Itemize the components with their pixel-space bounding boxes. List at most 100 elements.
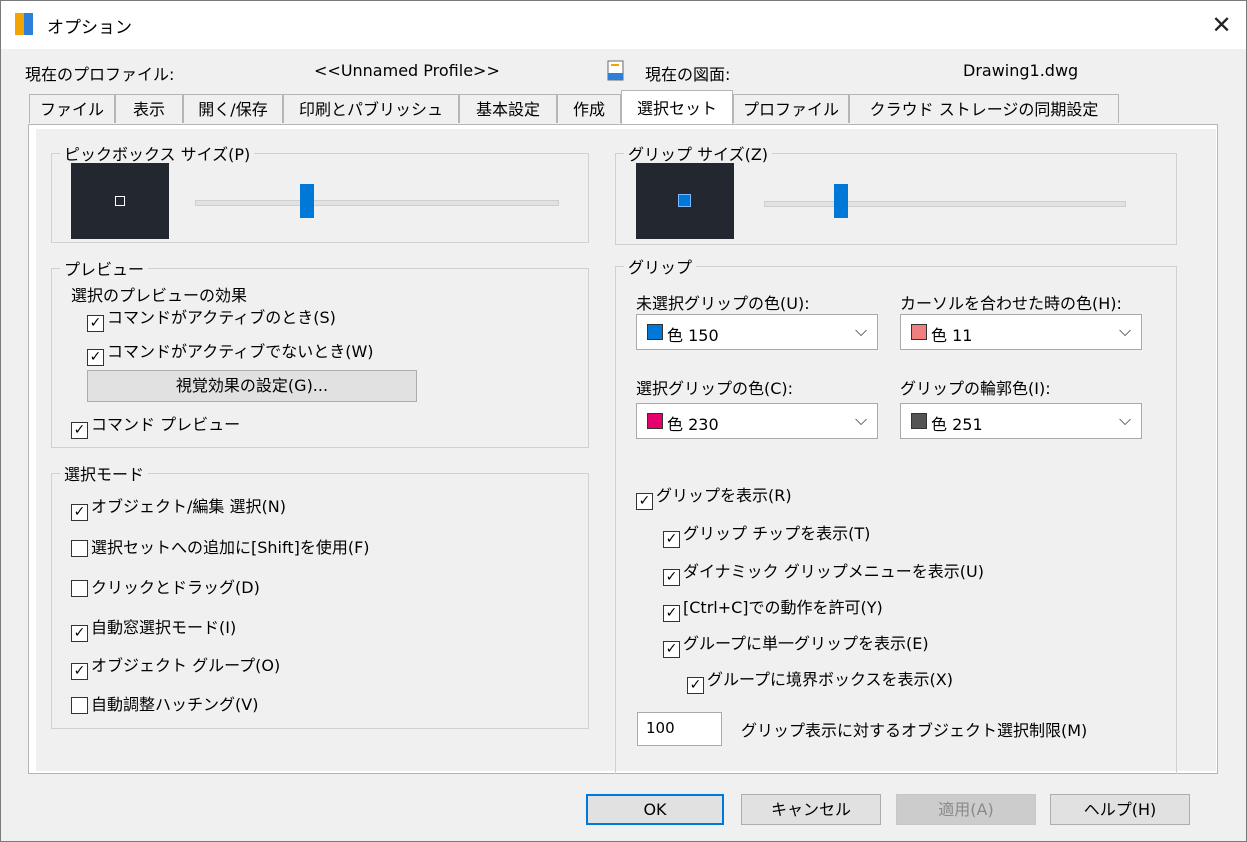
chevron-down-icon: ⌵ bbox=[855, 410, 868, 429]
pickbox-slider-track[interactable] bbox=[195, 200, 559, 206]
grip-outline-color-value: 色 251 bbox=[931, 415, 983, 434]
selected-grip-color-label: 選択グリップの色(C): bbox=[636, 379, 794, 398]
cb-command-inactive-label: コマンドがアクティブでないとき(W) bbox=[107, 342, 374, 361]
options-dialog: オプション ✕ 現在のプロファイル: <<Unnamed Profile>> 現… bbox=[0, 0, 1247, 842]
cb-command-preview[interactable]: ✓ コマンド プレビュー bbox=[71, 414, 240, 439]
cb-implied-window-label: 自動窓選択モード(I) bbox=[91, 618, 237, 637]
cb-group-bounding-box-label: グループに境界ボックスを表示(X) bbox=[707, 670, 954, 689]
cb-implied-window[interactable]: ✓ 自動窓選択モード(I) bbox=[71, 617, 236, 642]
checkbox-box: ✓ bbox=[687, 677, 704, 694]
pickbox-size-legend: ピックボックス サイズ(P) bbox=[64, 145, 251, 164]
grips-legend: グリップ bbox=[628, 258, 693, 277]
app-icon bbox=[15, 13, 33, 35]
tab-display[interactable]: 表示 bbox=[115, 94, 183, 123]
current-profile-label: 現在のプロファイル: bbox=[25, 65, 175, 84]
selected-grip-color-value: 色 230 bbox=[667, 415, 719, 434]
hover-grip-color-value: 色 11 bbox=[931, 326, 973, 345]
ok-button[interactable]: OK bbox=[586, 794, 724, 825]
checkbox-box bbox=[71, 580, 88, 597]
current-profile-value: <<Unnamed Profile>> bbox=[314, 61, 500, 80]
pickbox-preview bbox=[71, 163, 169, 239]
cb-show-grips[interactable]: ✓ グリップを表示(R) bbox=[636, 485, 792, 510]
unselected-grip-color-value: 色 150 bbox=[667, 326, 719, 345]
cb-grip-tips[interactable]: ✓ グリップ チップを表示(T) bbox=[663, 523, 870, 548]
cb-object-grouping-label: オブジェクト グループ(O) bbox=[91, 656, 281, 675]
unselected-grip-color-select[interactable]: 色 150 ⌵ bbox=[636, 314, 878, 350]
tab-cloud-sync[interactable]: クラウド ストレージの同期設定 bbox=[849, 94, 1119, 123]
current-drawing-value: Drawing1.dwg bbox=[963, 61, 1079, 80]
tab-plot-publish[interactable]: 印刷とパブリッシュ bbox=[283, 94, 459, 123]
selected-grip-color-select[interactable]: 色 230 ⌵ bbox=[636, 403, 878, 439]
checkbox-box: ✓ bbox=[663, 605, 680, 622]
checkbox-box: ✓ bbox=[87, 315, 104, 332]
hover-grip-color-label: カーソルを合わせた時の色(H): bbox=[900, 294, 1122, 313]
pickbox-slider-thumb[interactable] bbox=[300, 184, 314, 218]
cb-shift-add[interactable]: 選択セットへの追加に[Shift]を使用(F) bbox=[71, 537, 370, 559]
cb-group-single-grip[interactable]: ✓ グループに単一グリップを表示(E) bbox=[663, 633, 929, 658]
checkbox-box: ✓ bbox=[71, 625, 88, 642]
cb-grip-tips-label: グリップ チップを表示(T) bbox=[683, 524, 871, 543]
cb-ctrl-cycling[interactable]: ✓ [Ctrl+C]での動作を許可(Y) bbox=[663, 597, 883, 622]
cb-noun-verb-label: オブジェクト/編集 選択(N) bbox=[91, 497, 286, 516]
cb-associative-hatch[interactable]: 自動調整ハッチング(V) bbox=[71, 694, 258, 716]
cb-click-drag-label: クリックとドラッグ(D) bbox=[91, 578, 260, 597]
color-chip bbox=[911, 413, 927, 429]
checkbox-box: ✓ bbox=[663, 569, 680, 586]
title-bar: オプション ✕ bbox=[1, 1, 1246, 49]
checkbox-box: ✓ bbox=[71, 504, 88, 521]
tab-open-save[interactable]: 開く/保存 bbox=[183, 94, 283, 123]
checkbox-box: ✓ bbox=[663, 531, 680, 548]
cb-noun-verb[interactable]: ✓ オブジェクト/編集 選択(N) bbox=[71, 496, 286, 521]
tab-drafting[interactable]: 作成 bbox=[557, 94, 621, 123]
grip-slider-track[interactable] bbox=[764, 201, 1126, 207]
checkbox-box: ✓ bbox=[87, 349, 104, 366]
cb-group-bounding-box[interactable]: ✓ グループに境界ボックスを表示(X) bbox=[687, 669, 953, 694]
checkbox-box: ✓ bbox=[71, 422, 88, 439]
tab-system[interactable]: 基本設定 bbox=[459, 94, 557, 123]
cb-dynamic-grip-menu[interactable]: ✓ ダイナミック グリップメニューを表示(U) bbox=[663, 561, 984, 586]
preview-effect-label: 選択のプレビューの効果 bbox=[71, 286, 248, 305]
cb-object-grouping[interactable]: ✓ オブジェクト グループ(O) bbox=[71, 655, 280, 680]
cb-ctrl-cycling-label: [Ctrl+C]での動作を許可(Y) bbox=[683, 598, 883, 617]
grip-size-legend: グリップ サイズ(Z) bbox=[628, 145, 769, 164]
preview-legend: プレビュー bbox=[64, 260, 145, 279]
current-drawing-label: 現在の図面: bbox=[645, 65, 731, 84]
cb-command-inactive[interactable]: ✓ コマンドがアクティブでないとき(W) bbox=[87, 341, 374, 366]
cb-show-grips-label: グリップを表示(R) bbox=[656, 486, 792, 505]
cb-command-active[interactable]: ✓ コマンドがアクティブのとき(S) bbox=[87, 307, 336, 332]
checkbox-box: ✓ bbox=[71, 663, 88, 680]
apply-button[interactable]: 適用(A) bbox=[896, 794, 1036, 825]
checkbox-box: ✓ bbox=[663, 641, 680, 658]
unselected-grip-color-label: 未選択グリップの色(U): bbox=[636, 294, 810, 313]
cb-associative-hatch-label: 自動調整ハッチング(V) bbox=[91, 695, 259, 714]
cb-group-single-grip-label: グループに単一グリップを表示(E) bbox=[683, 634, 929, 653]
color-chip bbox=[647, 413, 663, 429]
tab-profiles[interactable]: プロファイル bbox=[733, 94, 849, 123]
help-button[interactable]: ヘルプ(H) bbox=[1050, 794, 1190, 825]
checkbox-box: ✓ bbox=[636, 493, 653, 510]
grip-object-limit-label: グリップ表示に対するオブジェクト選択制限(M) bbox=[741, 721, 1088, 740]
grip-outline-color-select[interactable]: 色 251 ⌵ bbox=[900, 403, 1142, 439]
hover-grip-color-select[interactable]: 色 11 ⌵ bbox=[900, 314, 1142, 350]
cb-click-drag[interactable]: クリックとドラッグ(D) bbox=[71, 577, 260, 599]
chevron-down-icon: ⌵ bbox=[1119, 321, 1132, 340]
tab-files[interactable]: ファイル bbox=[29, 94, 115, 123]
tab-selection[interactable]: 選択セット bbox=[621, 90, 733, 124]
grip-object-limit-input[interactable]: 100 bbox=[637, 712, 722, 746]
grip-slider-thumb[interactable] bbox=[833, 184, 848, 218]
close-button[interactable]: ✕ bbox=[1197, 1, 1246, 49]
grip-preview bbox=[636, 163, 734, 239]
chevron-down-icon: ⌵ bbox=[1119, 410, 1132, 429]
cb-dynamic-grip-menu-label: ダイナミック グリップメニューを表示(U) bbox=[683, 562, 984, 581]
window-title: オプション bbox=[47, 18, 132, 38]
cancel-button[interactable]: キャンセル bbox=[741, 794, 881, 825]
chevron-down-icon: ⌵ bbox=[855, 321, 868, 340]
pickbox-square-icon bbox=[115, 196, 125, 206]
grip-square-icon bbox=[678, 194, 691, 207]
cb-command-preview-label: コマンド プレビュー bbox=[91, 415, 241, 434]
color-chip bbox=[647, 324, 663, 340]
selection-mode-legend: 選択モード bbox=[64, 465, 145, 484]
cb-shift-add-label: 選択セットへの追加に[Shift]を使用(F) bbox=[91, 538, 370, 557]
visual-effect-settings-button[interactable]: 視覚効果の設定(G)... bbox=[87, 370, 417, 402]
checkbox-box bbox=[71, 697, 88, 714]
